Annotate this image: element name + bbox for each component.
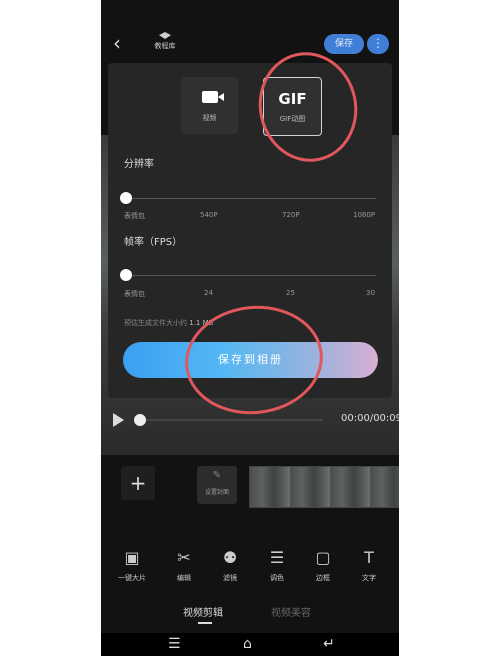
tool-color-adjust[interactable]: ☰ 调色 — [262, 549, 292, 583]
play-icon[interactable] — [113, 413, 124, 427]
playback-progress-knob[interactable] — [134, 414, 146, 426]
tool-label: 编辑 — [177, 574, 191, 582]
text-icon: T — [364, 548, 374, 567]
pencil-icon: ✎ — [212, 470, 222, 481]
tool-label: 文字 — [362, 574, 376, 582]
frame-icon: ▢ — [315, 548, 331, 567]
resolution-title: 分辨率 — [124, 159, 154, 170]
playback-time: 00:00/00:09 — [341, 413, 399, 424]
playback-progress-track[interactable] — [137, 419, 323, 421]
tutorial-button[interactable]: 教程库 — [149, 32, 181, 51]
tutorial-label: 教程库 — [154, 42, 176, 50]
tab-video-edit[interactable]: 视频剪辑 — [183, 604, 223, 619]
size-estimate-label: 预估生成文件大小约 — [124, 319, 187, 327]
frame-rate-slider-knob[interactable] — [120, 269, 132, 281]
set-cover-button[interactable]: ✎ 设置封面 — [197, 466, 237, 504]
tool-filter[interactable]: ⚉ 滤镜 — [215, 549, 245, 583]
film-icon: ▣ — [124, 548, 140, 567]
tool-label: 滤镜 — [223, 574, 237, 582]
sliders-icon: ☰ — [269, 548, 285, 567]
more-icon[interactable]: ⋮ — [367, 34, 389, 54]
top-bar: ‹ 教程库 保存 ⋮ — [101, 30, 399, 58]
format-video-option[interactable]: 视频 — [181, 77, 238, 134]
tool-border[interactable]: ▢ 边框 — [308, 549, 338, 583]
tab-video-beauty[interactable]: 视频美容 — [271, 604, 311, 619]
tool-label: 边框 — [316, 574, 330, 582]
system-nav-bar: ☰ ⌂ ↵ — [101, 633, 399, 656]
frame-rate-tick: 30 — [366, 289, 375, 297]
graduation-cap-icon — [159, 32, 171, 39]
frame-rate-tick: 表情包 — [124, 290, 145, 298]
frame-rate-title: 帧率（FPS） — [124, 237, 183, 248]
phone-screen: ‹ 教程库 保存 ⋮ 视频 GIF GIF动图 分辨率 表情包 540P 720… — [101, 0, 399, 656]
frame-rate-slider-track[interactable] — [124, 275, 376, 276]
frame-rate-tick: 25 — [286, 289, 295, 297]
tool-edit[interactable]: ✂ 编辑 — [169, 549, 199, 583]
tool-label: 一键大片 — [118, 574, 146, 582]
video-camera-icon — [201, 91, 218, 103]
tool-text[interactable]: T 文字 — [354, 549, 384, 583]
resolution-tick: 1080P — [353, 211, 376, 219]
tool-label: 调色 — [270, 574, 284, 582]
add-clip-button[interactable]: + — [121, 466, 155, 500]
resolution-slider-knob[interactable] — [120, 192, 132, 204]
set-cover-label: 设置封面 — [204, 489, 229, 496]
menu-icon[interactable]: ☰ — [168, 637, 181, 651]
filter-circles-icon: ⚉ — [222, 548, 238, 567]
back-icon[interactable]: ‹ — [113, 32, 121, 54]
resolution-tick: 540P — [200, 211, 218, 219]
format-video-label: 视频 — [202, 114, 217, 122]
back-nav-icon[interactable]: ↵ — [323, 637, 335, 651]
active-tab-indicator — [198, 622, 212, 624]
plus-icon: + — [129, 471, 147, 495]
scissors-icon: ✂ — [177, 548, 191, 567]
resolution-tick: 720P — [282, 211, 300, 219]
resolution-tick: 表情包 — [124, 212, 145, 220]
resolution-slider-track[interactable] — [124, 198, 376, 199]
frame-rate-tick: 24 — [204, 289, 213, 297]
home-icon[interactable]: ⌂ — [243, 637, 252, 651]
save-button[interactable]: 保存 — [324, 34, 364, 54]
timeline-thumbnail-strip[interactable] — [249, 466, 399, 508]
tool-one-click[interactable]: ▣ 一键大片 — [117, 549, 147, 583]
